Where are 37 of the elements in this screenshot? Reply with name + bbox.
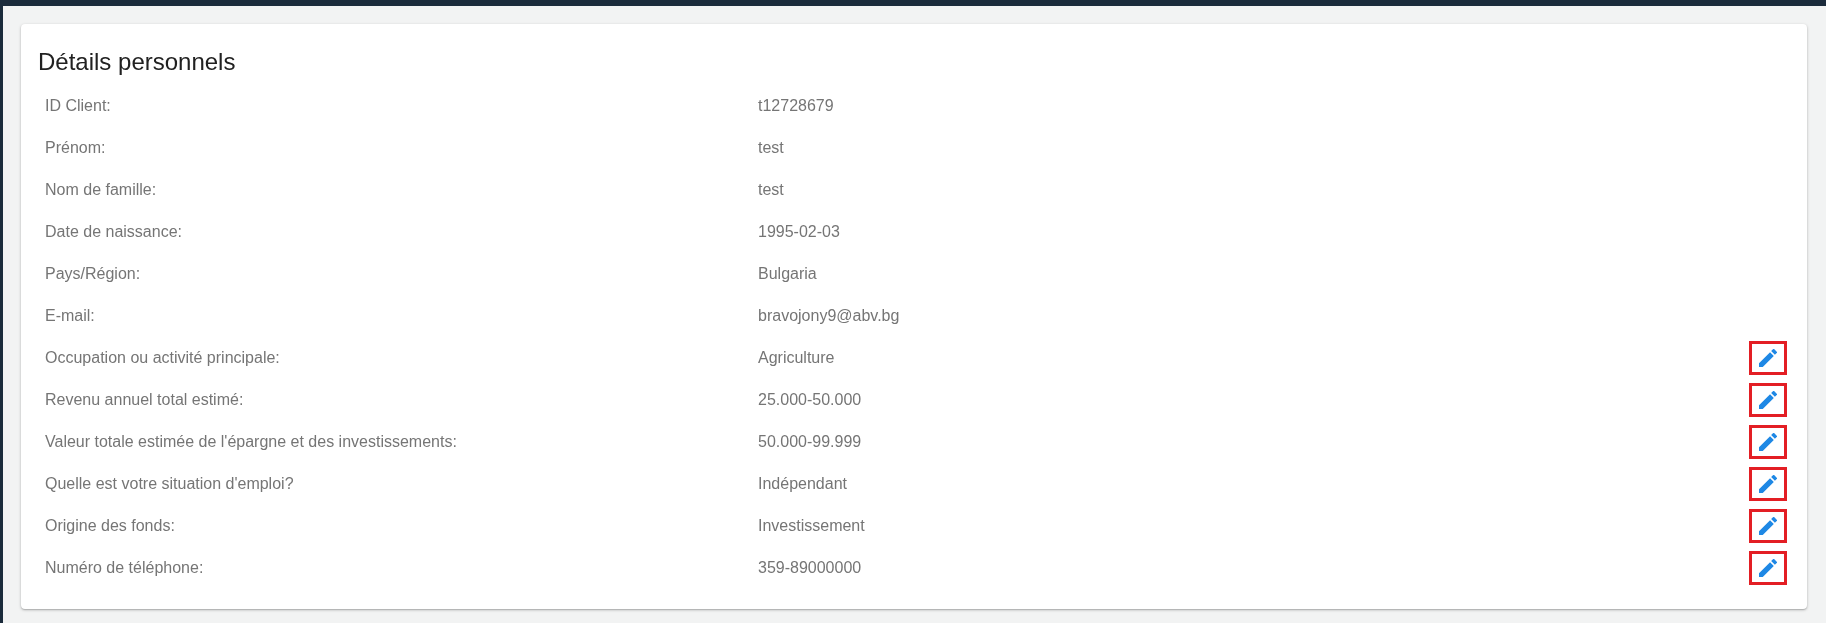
edit-button[interactable]: [1749, 341, 1787, 375]
edit-button[interactable]: [1749, 467, 1787, 501]
field-value: Bulgaria: [758, 265, 817, 283]
field-label: Occupation ou activité principale:: [44, 349, 280, 367]
field-label: Pays/Région:: [44, 265, 141, 283]
field-label: Date de naissance:: [44, 223, 182, 241]
field-value: test: [758, 139, 784, 157]
pencil-icon: [1759, 391, 1777, 409]
field-value: Indépendant: [758, 475, 847, 493]
pencil-icon: [1759, 517, 1777, 535]
pencil-icon: [1759, 475, 1777, 493]
field-label: ID Client:: [44, 97, 111, 115]
field-value: test: [758, 181, 784, 199]
pencil-icon: [1759, 433, 1777, 451]
field-value: Investissement: [758, 517, 865, 535]
field-value: bravojony9@abv.bg: [758, 307, 900, 325]
edit-button[interactable]: [1749, 425, 1787, 459]
field-label: Numéro de téléphone:: [44, 559, 204, 577]
field-value: Agriculture: [758, 349, 835, 367]
pencil-icon: [1759, 349, 1777, 367]
pencil-icon: [1759, 559, 1777, 577]
field-label: Revenu annuel total estimé:: [44, 391, 244, 409]
field-value: 25.000-50.000: [758, 391, 862, 409]
field-value: 359-89000000: [758, 559, 862, 577]
field-label: Origine des fonds:: [44, 517, 175, 535]
card-title: Détails personnels: [38, 48, 236, 76]
field-label: Quelle est votre situation d'emploi?: [44, 475, 294, 493]
field-value: 1995-02-03: [758, 223, 840, 241]
field-label: E-mail:: [44, 307, 95, 325]
field-label: Nom de famille:: [44, 181, 157, 199]
field-label: Valeur totale estimée de l'épargne et des investissements:: [44, 433, 457, 451]
field-value: 50.000-99.999: [758, 433, 862, 451]
field-label: Prénom:: [44, 139, 106, 157]
edit-button[interactable]: [1749, 551, 1787, 585]
edit-button[interactable]: [1749, 509, 1787, 543]
field-value: t12728679: [758, 97, 834, 115]
edit-button[interactable]: [1749, 383, 1787, 417]
